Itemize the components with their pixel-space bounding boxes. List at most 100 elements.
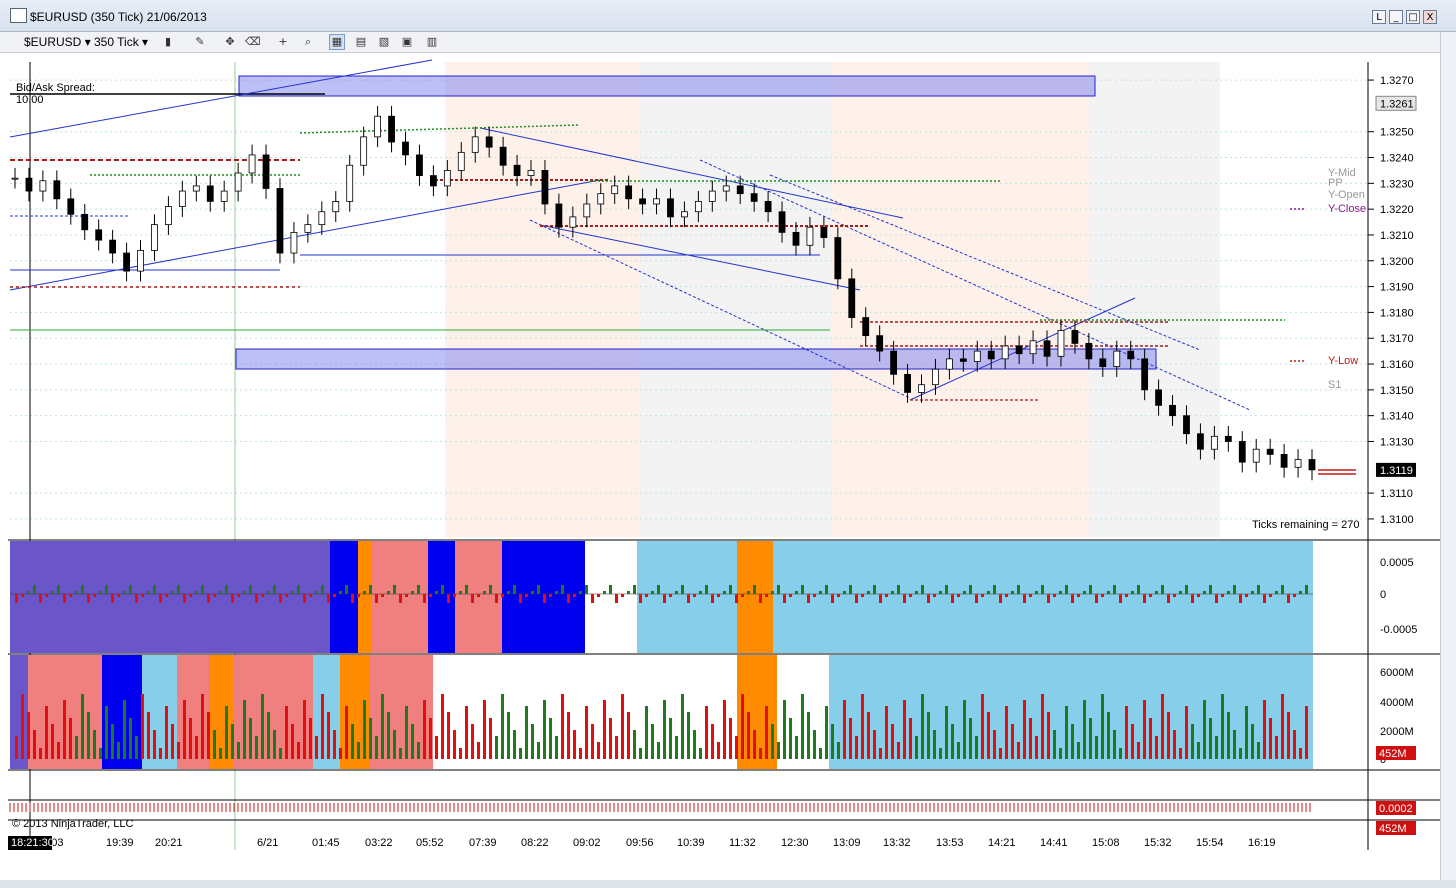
volume-bar — [129, 718, 132, 759]
candle-body — [1043, 340, 1051, 357]
cross-cursor-icon[interactable]: + — [275, 34, 291, 50]
candle-body — [1071, 330, 1079, 344]
volume-bar — [663, 700, 666, 759]
volume-bar — [429, 718, 432, 759]
volume-bar — [741, 694, 744, 759]
volume-bar — [1167, 712, 1170, 759]
momentum-bar — [705, 585, 708, 594]
eraser-icon[interactable]: ⌫ — [244, 34, 261, 50]
volume-bar — [957, 742, 960, 759]
layout-icon[interactable]: ▥ — [424, 34, 440, 50]
momentum-bar — [147, 591, 150, 594]
momentum-bar — [465, 585, 468, 594]
candle-body — [513, 164, 521, 176]
volume-bar — [33, 730, 36, 759]
candle-body — [192, 185, 200, 192]
instrument-selector[interactable]: $EURUSD ▾ — [24, 35, 91, 49]
volume-bar — [453, 730, 456, 759]
volume-bar — [471, 724, 474, 759]
interval-selector[interactable]: 350 Tick ▾ — [94, 35, 148, 49]
restore-button[interactable]: L — [1372, 10, 1386, 24]
chart-background — [445, 62, 1220, 537]
momentum-bar — [1005, 594, 1008, 597]
strategies-icon[interactable]: ▧ — [376, 34, 392, 50]
candle-body — [834, 237, 842, 280]
candle-body — [95, 229, 103, 241]
close-button[interactable]: X — [1423, 10, 1437, 24]
time-tick-label: 01:45 — [312, 837, 340, 849]
vertical-scrollbar[interactable] — [1440, 32, 1456, 888]
volume-bar — [873, 730, 876, 759]
momentum-bar — [1167, 594, 1170, 603]
zoom-icon[interactable]: ⌕ — [300, 34, 316, 50]
volume-bar — [1083, 700, 1086, 759]
properties-icon[interactable]: ▣ — [399, 34, 415, 50]
volume-bar — [285, 706, 288, 759]
momentum-bar — [951, 594, 954, 603]
volume-bar — [189, 718, 192, 759]
data-box-icon[interactable]: ▦ — [329, 34, 345, 50]
price-tick-label: 1.3210 — [1380, 230, 1414, 242]
volume-bar — [609, 718, 612, 759]
maximize-button[interactable]: □ — [1406, 10, 1420, 24]
volume-bar — [1161, 694, 1164, 759]
bars-icon[interactable]: ▮ — [160, 34, 176, 50]
crosshair-icon[interactable]: ✥ — [222, 34, 238, 50]
volume-bar — [1125, 706, 1128, 759]
candle-body — [1169, 404, 1176, 417]
momentum-bar — [693, 594, 696, 597]
volume-bar — [1089, 718, 1092, 759]
momentum-bar — [1221, 594, 1224, 597]
candle-body — [290, 231, 298, 254]
momentum-bar — [885, 594, 888, 597]
momentum-bar — [927, 594, 930, 603]
volume-bar — [1101, 694, 1104, 759]
time-tick-label: 15:54 — [1196, 837, 1224, 849]
volume-bar — [399, 748, 402, 759]
chart-app-icon — [10, 8, 27, 23]
volume-bar — [1305, 706, 1308, 759]
volume-bar — [831, 724, 834, 759]
volume-bar — [939, 748, 942, 759]
price-chart[interactable]: 1.3270 1.3250 1.3240 1.3230 1.3220 1.3210 1.32… — [0, 53, 1440, 880]
momentum-bar — [771, 591, 774, 594]
volume-bar — [1119, 748, 1122, 759]
volume-bar — [501, 694, 504, 759]
volume-bar — [135, 736, 138, 759]
time-tick-label: 13:32 — [883, 837, 911, 849]
pencil-icon[interactable]: ✎ — [192, 34, 208, 50]
momentum-bar — [81, 585, 84, 594]
volume-bar — [1215, 736, 1218, 759]
candle-body — [625, 185, 633, 200]
momentum-bar — [153, 585, 156, 594]
indicators-icon[interactable]: ▤ — [353, 34, 369, 50]
momentum-band — [358, 541, 372, 653]
volume-bar — [345, 706, 348, 759]
momentum-bar — [603, 591, 606, 594]
minimize-button[interactable]: _ — [1389, 10, 1403, 24]
volume-bar — [201, 694, 204, 759]
volume-bar — [1173, 730, 1176, 759]
volume-bar — [327, 712, 330, 759]
momentum-bar — [567, 594, 570, 603]
candle-body — [81, 213, 89, 231]
time-tick-label: 09:56 — [626, 837, 654, 849]
volume-bar — [753, 730, 756, 759]
volume-bar — [213, 730, 216, 759]
pivot-label: PP — [1328, 177, 1343, 189]
momentum-bar — [63, 594, 66, 603]
momentum-bar — [1293, 594, 1296, 597]
candle-body — [471, 136, 479, 153]
volume-bar — [15, 736, 18, 759]
volume-bar — [447, 712, 450, 759]
volume-bar — [249, 718, 252, 759]
momentum-bar — [501, 594, 504, 597]
momentum-bar — [1119, 594, 1122, 603]
session-shade — [640, 62, 832, 537]
volume-bar — [1245, 706, 1248, 759]
candle-body — [1127, 350, 1135, 360]
volume-bar — [615, 736, 618, 759]
volume-bar — [999, 748, 1002, 759]
momentum-bar — [549, 594, 552, 597]
candle-body — [820, 226, 828, 238]
